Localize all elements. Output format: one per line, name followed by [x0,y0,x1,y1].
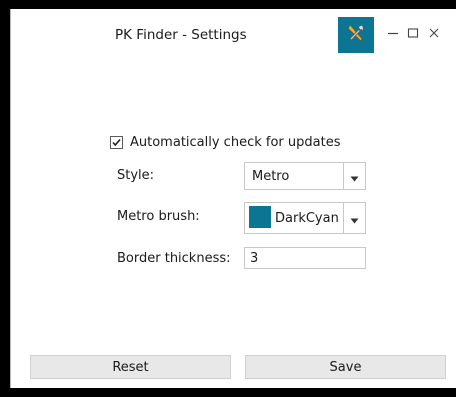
minimize-icon [387,24,399,43]
auto-update-checkbox[interactable] [110,135,123,149]
reset-button[interactable]: Reset [30,355,231,379]
minimize-button[interactable] [384,24,402,42]
color-swatch [249,206,271,228]
tools-icon [346,23,366,47]
border-thickness-input[interactable] [244,247,366,269]
metro-brush-dropdown-button[interactable] [343,203,365,233]
border-thickness-label: Border thickness: [117,251,231,266]
auto-update-row[interactable]: Automatically check for updates [110,133,340,151]
auto-update-label: Automatically check for updates [130,134,341,150]
metro-brush-label: Metro brush: [117,209,200,224]
style-dropdown-button[interactable] [343,163,365,189]
style-select-value: Metro [252,169,290,184]
close-icon [428,24,440,43]
settings-window: PK Finder - Settings Automatically check… [10,9,456,388]
style-select[interactable]: Metro [244,162,366,190]
maximize-button[interactable] [404,24,422,42]
chevron-down-icon [350,209,359,228]
save-button[interactable]: Save [245,355,446,379]
chevron-down-icon [350,167,359,186]
metro-brush-value: DarkCyan [275,211,339,226]
close-button[interactable] [425,24,443,42]
style-label: Style: [117,168,155,183]
metro-brush-select[interactable]: DarkCyan [244,202,366,234]
settings-tools-button[interactable] [338,17,374,53]
maximize-icon [407,24,419,43]
window-title: PK Finder - Settings [115,27,247,43]
